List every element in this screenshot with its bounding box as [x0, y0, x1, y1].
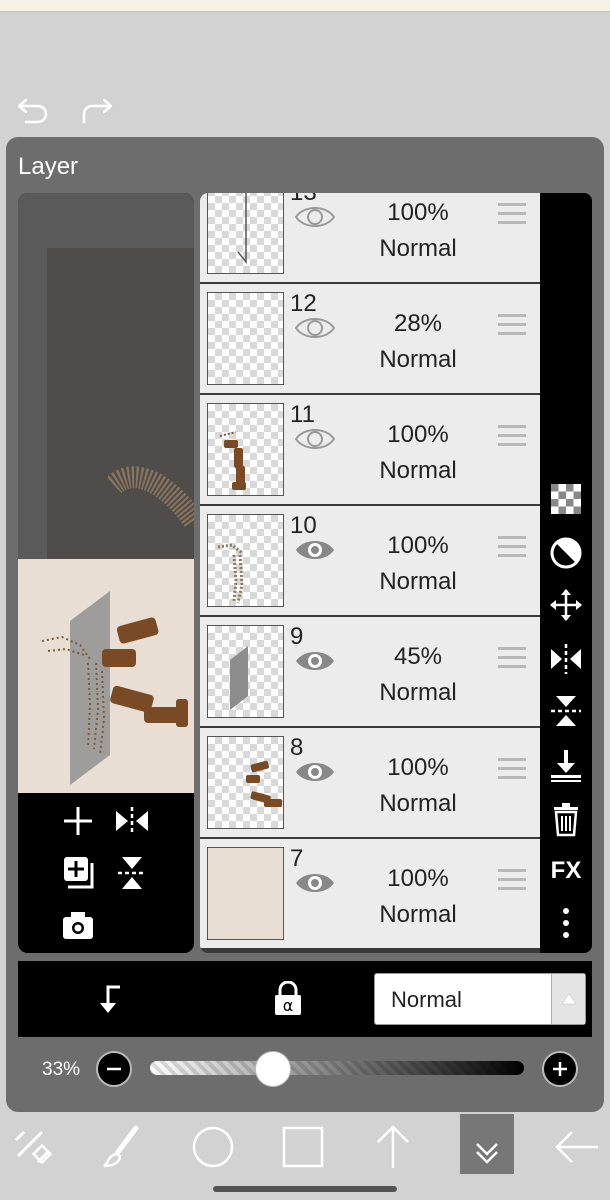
plus-icon[interactable]	[542, 1051, 578, 1087]
camera-icon[interactable]	[58, 905, 98, 945]
preview-tools	[18, 793, 194, 953]
layer-blend-mode: Normal	[379, 346, 457, 373]
drag-handle-icon[interactable]	[498, 203, 526, 229]
layer-row[interactable]: 9 45% Normal	[200, 617, 540, 726]
brush-tool-icon[interactable]	[98, 1122, 148, 1172]
drag-handle-icon[interactable]	[498, 425, 526, 451]
top-toolbar	[0, 12, 610, 140]
eye-icon[interactable]	[294, 757, 336, 787]
home-indicator[interactable]	[213, 1186, 397, 1192]
opacity-slider-row: 33%	[18, 1037, 592, 1103]
eye-icon[interactable]	[294, 868, 336, 898]
flip-vertical-icon[interactable]	[112, 853, 152, 893]
eye-icon[interactable]	[294, 646, 336, 676]
layer-thumbnail[interactable]	[207, 193, 284, 274]
layer-opacity: 45%	[393, 643, 443, 670]
drag-handle-icon[interactable]	[498, 314, 526, 340]
layer-row[interactable]: 12 28% Normal	[200, 284, 540, 393]
ellipse-tool-icon[interactable]	[188, 1122, 238, 1172]
opacity-value: 33%	[42, 1059, 81, 1080]
move-arrows-icon[interactable]	[548, 587, 584, 623]
back-arrow-icon[interactable]	[552, 1122, 602, 1172]
layer-row[interactable]: 8 100% Normal	[200, 728, 540, 837]
duplicate-layer-icon[interactable]	[58, 853, 98, 893]
layer-blend-mode: Normal	[379, 457, 457, 484]
invert-contrast-icon[interactable]	[548, 535, 584, 571]
layer-opacity: 100%	[387, 754, 449, 781]
eye-icon[interactable]	[294, 313, 336, 343]
preview-stroke	[108, 466, 194, 528]
alpha-lock-icon[interactable]: α	[268, 980, 308, 1017]
trash-icon[interactable]	[548, 801, 584, 837]
layer-row[interactable]: 13100%Normal	[200, 193, 540, 282]
drag-handle-icon[interactable]	[498, 758, 526, 784]
panel-title: Layer	[18, 153, 79, 180]
canvas-thumbnail	[18, 559, 194, 793]
svg-text:α: α	[283, 996, 294, 1015]
layer-opacity: 100%	[387, 199, 449, 226]
layer-blend-mode: Normal	[379, 235, 457, 262]
merge-down-icon[interactable]	[548, 747, 584, 783]
transform-tool-icon[interactable]	[8, 1122, 58, 1172]
drag-handle-icon[interactable]	[498, 536, 526, 562]
layer-thumbnail[interactable]	[207, 403, 284, 496]
layer-thumbnail[interactable]	[207, 514, 284, 607]
layer-thumbnail[interactable]	[207, 292, 284, 385]
flip-horizontal-icon[interactable]	[548, 641, 584, 677]
blend-mode-value: Normal	[391, 987, 462, 1012]
rectangle-tool-icon[interactable]	[278, 1122, 328, 1172]
status-strip	[0, 0, 610, 12]
preview-navigator[interactable]	[18, 193, 194, 559]
clipping-arrow-icon[interactable]	[90, 981, 130, 1017]
flip-horizontal-icon[interactable]	[112, 801, 152, 841]
triangle-up-icon[interactable]	[551, 974, 585, 1024]
layer-row[interactable]: 11 100% Normal	[200, 395, 540, 504]
layer-blend-mode: Normal	[379, 901, 457, 928]
layer-thumbnail[interactable]	[207, 847, 284, 940]
layer-row[interactable]: 7 100% Normal	[200, 839, 540, 948]
eye-icon[interactable]	[294, 424, 336, 454]
redo-icon[interactable]	[80, 94, 114, 124]
opacity-slider-track[interactable]	[150, 1061, 524, 1075]
layer-row[interactable]: 10 100% Normal	[200, 506, 540, 615]
drag-handle-icon[interactable]	[498, 647, 526, 673]
layer-bottom-bar: α Normal	[18, 961, 592, 1037]
layer-opacity: 100%	[387, 865, 449, 892]
layer-thumbnail[interactable]	[207, 625, 284, 718]
plus-icon[interactable]	[58, 801, 98, 841]
layer-panel: Layer 100% Normal 12 28% Normal 11 100% …	[6, 137, 604, 1112]
layer-opacity: 28%	[393, 310, 443, 337]
layer-list[interactable]: 13100%Normal1228%Normal11100%Normal10100…	[200, 193, 540, 953]
layer-blend-mode: Normal	[379, 679, 457, 706]
layer-opacity: 100%	[387, 532, 449, 559]
layer-thumbnail[interactable]	[207, 736, 284, 829]
flip-vertical-icon[interactable]	[548, 693, 584, 729]
blend-mode-select[interactable]: Normal	[374, 973, 586, 1025]
arrow-up-icon[interactable]	[368, 1122, 418, 1172]
undo-icon[interactable]	[16, 94, 50, 124]
layer-blend-mode: Normal	[379, 790, 457, 817]
eye-icon[interactable]	[294, 535, 336, 565]
transparency-checker-icon[interactable]	[548, 481, 584, 517]
layer-actions-toolbar: FX	[540, 193, 592, 953]
collapse-down-icon[interactable]	[460, 1114, 514, 1174]
layer-blend-mode: Normal	[379, 568, 457, 595]
opacity-slider-knob[interactable]	[255, 1051, 292, 1087]
fx-icon[interactable]: FX	[548, 853, 584, 889]
bottom-toolbar	[0, 1112, 610, 1182]
more-vertical-icon[interactable]	[548, 905, 584, 941]
canvas-preview	[18, 193, 194, 953]
minus-icon[interactable]	[96, 1051, 132, 1087]
layer-opacity: 100%	[387, 421, 449, 448]
eye-icon[interactable]	[294, 202, 336, 232]
drag-handle-icon[interactable]	[498, 869, 526, 895]
